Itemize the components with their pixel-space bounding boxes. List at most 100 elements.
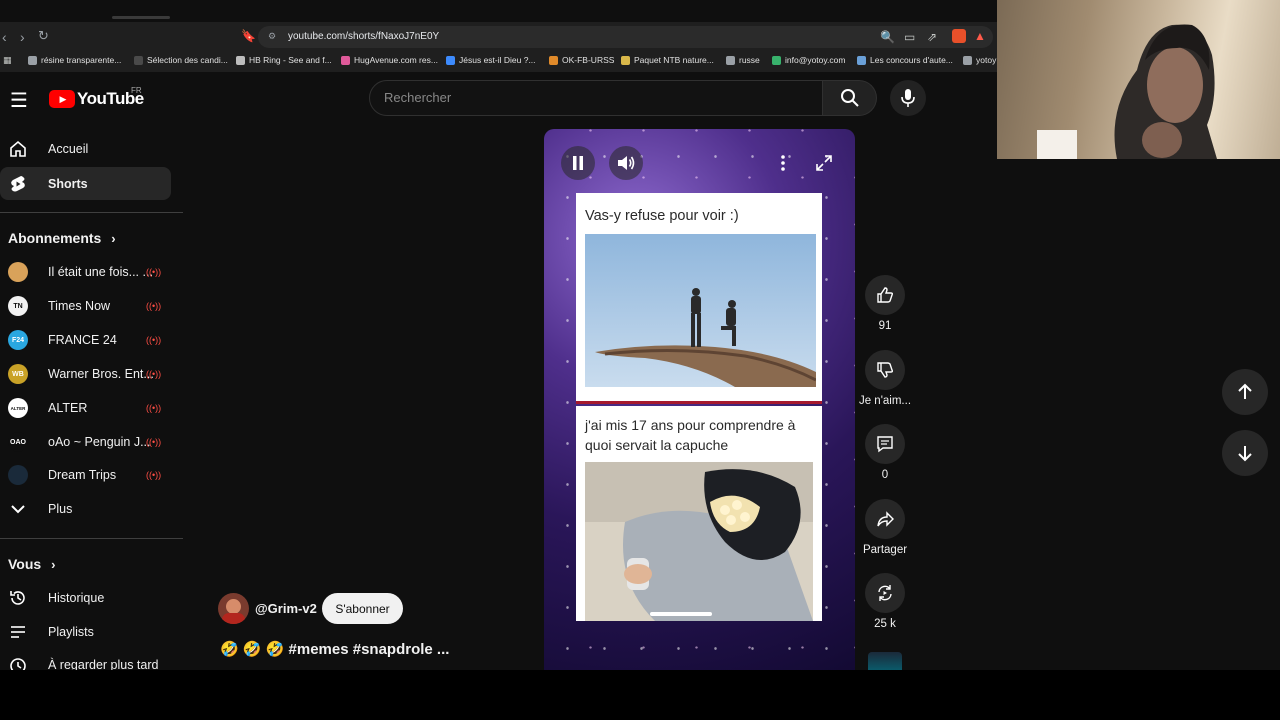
reload-icon[interactable]: ↻ — [38, 28, 49, 44]
subscriptions-heading[interactable]: Abonnements › — [8, 230, 116, 246]
sidebar-item-history[interactable]: Historique — [0, 581, 183, 615]
favicon-icon — [341, 55, 350, 65]
sidebar-item-shorts[interactable]: Shorts — [0, 167, 171, 200]
channel-avatar: WB — [8, 364, 28, 384]
sidebar-item-home[interactable]: Accueil — [0, 132, 183, 166]
more-options-button[interactable] — [766, 146, 800, 180]
remix-icon — [878, 585, 892, 601]
cast-icon[interactable]: ▭ — [904, 30, 915, 44]
zoom-icon[interactable]: 🔍 — [880, 30, 895, 44]
fullscreen-button[interactable] — [807, 146, 841, 180]
sidebar-item-label: À regarder plus tard — [48, 658, 159, 670]
live-icon: ((•)) — [146, 403, 162, 413]
bookmark-selection[interactable]: Sélection des candi... — [134, 55, 228, 65]
bookmark-concours[interactable]: Les concours d'aute... — [857, 55, 953, 65]
sidebar-divider — [0, 538, 183, 539]
bookmark-label: HugAvenue.com res... — [354, 55, 438, 65]
sidebar-item-label: Playlists — [48, 625, 94, 639]
sub-france-24[interactable]: F24 FRANCE 24 ((•)) — [0, 323, 183, 357]
bookmark-label: info@yotoy.com — [785, 55, 846, 65]
channel-avatar[interactable] — [218, 593, 249, 624]
next-short-button[interactable] — [1222, 430, 1268, 476]
channel-avatar — [8, 465, 28, 485]
channel-avatar: TN — [8, 296, 28, 316]
sidebar-item-more[interactable]: Plus — [0, 492, 183, 526]
live-icon: ((•)) — [146, 369, 162, 379]
favicon-icon — [134, 55, 143, 65]
bookmark-russe[interactable]: russe — [726, 55, 760, 65]
sub-warner-bros[interactable]: WB Warner Bros. Ent... ((•)) — [0, 357, 183, 391]
url-text[interactable]: youtube.com/shorts/fNaxoJ7nE0Y — [288, 31, 439, 42]
history-icon — [8, 588, 28, 608]
youtube-logo-icon[interactable]: ▶ — [49, 90, 75, 108]
comments-button[interactable] — [865, 424, 905, 464]
bookmark-resine[interactable]: résine transparente... — [28, 55, 121, 65]
favicon-icon — [28, 55, 37, 65]
live-icon: ((•)) — [146, 470, 162, 480]
voice-search-button[interactable] — [890, 80, 926, 116]
pause-button[interactable] — [561, 146, 595, 180]
hoodie-popcorn-image — [585, 462, 813, 621]
favicon-icon — [236, 55, 245, 65]
sidebar-item-watch-later[interactable]: À regarder plus tard — [0, 648, 183, 670]
forward-icon[interactable]: › — [20, 29, 25, 45]
tab-indicator — [112, 16, 170, 19]
search-button[interactable] — [823, 80, 877, 116]
subscribe-button[interactable]: S'abonner — [322, 593, 403, 624]
menu-icon[interactable]: ☰ — [10, 88, 28, 113]
shorts-icon — [8, 174, 28, 194]
dislike-button[interactable] — [865, 350, 905, 390]
sub-oao-penguin[interactable]: OAO oAo ~ Penguin J... ((•)) — [0, 425, 183, 459]
sidebar-item-label: Il était une fois... ... — [48, 265, 153, 279]
sidebar-item-label: oAo ~ Penguin J... — [48, 435, 151, 449]
bookmark-icon[interactable]: 🔖 — [241, 29, 256, 43]
avatar-initials: OAO — [8, 432, 28, 452]
expand-icon — [816, 155, 832, 171]
bookmark-hb-ring[interactable]: HB Ring - See and f... — [236, 55, 332, 65]
channel-avatar: OAO — [8, 432, 28, 452]
arrow-down-icon — [1238, 446, 1252, 462]
volume-button[interactable] — [609, 146, 643, 180]
apps-grid-icon[interactable]: ▦ — [3, 55, 12, 66]
share-icon — [877, 511, 894, 527]
meme-card-1: Vas-y refuse pour voir :) — [576, 193, 822, 403]
meme-card-2: j'ai mis 17 ans pour comprendre à quoi s… — [576, 406, 822, 621]
you-heading[interactable]: Vous › — [8, 556, 55, 572]
bookmark-ok-fb-urss[interactable]: OK-FB-URSS — [549, 55, 614, 65]
sub-il-etait-une-fois[interactable]: Il était une fois... ... ((•)) — [0, 255, 183, 289]
sub-times-now[interactable]: TN Times Now ((•)) — [0, 289, 183, 323]
bookmark-yotoy-mail[interactable]: info@yotoy.com — [772, 55, 845, 65]
sidebar-item-label: ALTER — [48, 401, 88, 415]
short-title[interactable]: 🤣 🤣 🤣 #memes #snapdrole ... — [220, 640, 449, 658]
share-button[interactable] — [865, 499, 905, 539]
bookmark-hugavenue[interactable]: HugAvenue.com res... — [341, 55, 438, 65]
bookmark-paquet-ntb[interactable]: Paquet NTB nature... — [621, 55, 714, 65]
favicon-icon — [549, 55, 558, 65]
rewards-icon[interactable]: ▲ — [974, 29, 986, 43]
comment-count: 0 — [881, 469, 889, 481]
bookmark-jesus[interactable]: Jésus est-il Dieu ?... — [446, 55, 536, 65]
sound-thumbnail[interactable] — [868, 652, 902, 670]
sidebar-item-playlists[interactable]: Playlists — [0, 615, 183, 649]
sidebar-item-label: FRANCE 24 — [48, 333, 117, 347]
live-icon: ((•)) — [146, 301, 162, 311]
back-icon[interactable]: ‹ — [2, 29, 7, 45]
previous-short-button[interactable] — [1222, 369, 1268, 415]
remix-button[interactable] — [865, 573, 905, 613]
like-button[interactable] — [865, 275, 905, 315]
channel-avatar — [8, 262, 28, 282]
channel-name[interactable]: @Grim-v2 — [255, 601, 317, 616]
site-info-icon[interactable]: ⚙ — [268, 31, 276, 42]
sub-dream-trips[interactable]: Dream Trips ((•)) — [0, 458, 183, 492]
avatar-initials: ALTER — [8, 398, 28, 418]
bookmark-yotoy[interactable]: yotoy — [963, 55, 996, 65]
sub-alter[interactable]: ALTER ALTER ((•)) — [0, 391, 183, 425]
progress-indicator — [650, 612, 712, 616]
bookmark-label: yotoy — [976, 55, 997, 65]
share-page-icon[interactable]: ⇗ — [927, 30, 937, 44]
channel-avatar: F24 — [8, 330, 28, 350]
search-placeholder: Rechercher — [384, 90, 452, 105]
search-input[interactable]: Rechercher — [369, 80, 823, 116]
brave-shield-icon[interactable] — [952, 29, 966, 43]
bookmark-label: HB Ring - See and f... — [249, 55, 332, 65]
